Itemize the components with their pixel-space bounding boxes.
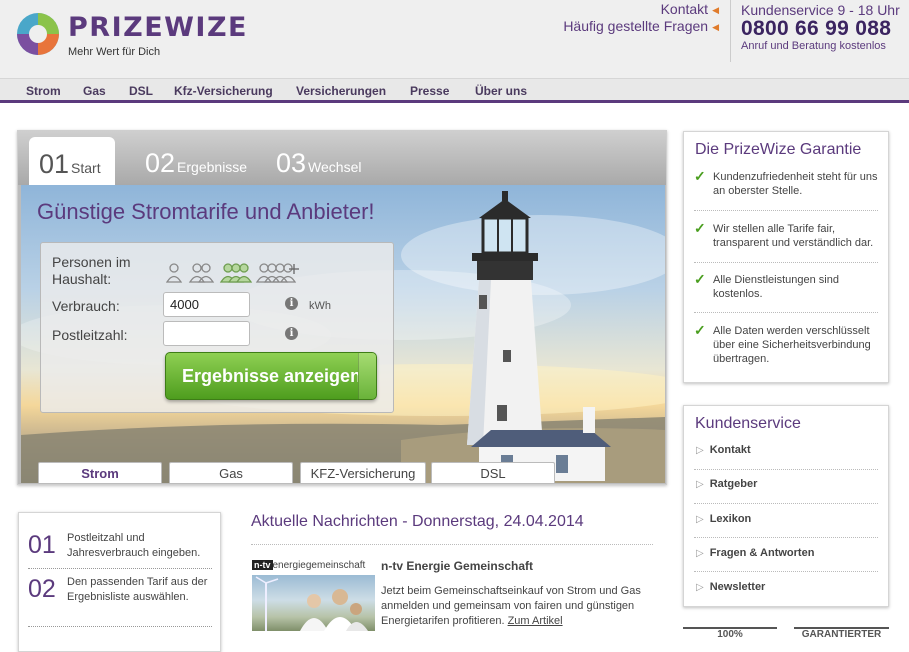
category-tab-strom[interactable]: Strom — [38, 462, 162, 483]
consumption-input[interactable] — [163, 292, 250, 317]
news-source-logo: n-tv energiegemeinschaft — [252, 560, 366, 571]
news-headline[interactable]: n-tv Energie Gemeinschaft — [381, 559, 533, 573]
person-count-selector[interactable] — [166, 262, 306, 286]
guarantee-item: ✓ Kundenzufriedenheit steht für uns an ob… — [694, 168, 878, 197]
hero-title: Günstige Stromtarife und Anbieter! — [37, 199, 375, 224]
tariff-form: Personen im Haushalt: Verbrauch: 4000 i … — [40, 242, 394, 413]
service-link-lexicon[interactable]: Lexikon — [696, 513, 752, 525]
divider — [694, 503, 878, 504]
guarantee-item: ✓ Alle Dienstleistungen sind kostenlos. — [694, 271, 839, 300]
read-article-link[interactable]: Zum Artikel — [508, 615, 563, 627]
logo-tagline: Mehr Wert für Dich — [68, 46, 161, 58]
nav-item-presse[interactable]: Presse — [410, 84, 449, 98]
faq-link[interactable]: Häufig gestellte Fragen — [563, 19, 719, 36]
zip-info-icon[interactable]: i — [285, 327, 298, 340]
divider — [251, 544, 653, 545]
persons-label: Personen im Haushalt: — [52, 254, 131, 287]
zip-label: Postleitzahl: — [52, 327, 128, 343]
divider — [694, 262, 878, 263]
step-tab-start[interactable]: 01 Start — [29, 137, 115, 185]
service-link-faq[interactable]: Fragen & Antworten — [696, 547, 815, 559]
category-tab-kfz[interactable]: KFZ-Versicherung — [300, 462, 426, 483]
step-tab-switch[interactable]: 03 Wechsel — [276, 148, 361, 179]
logo-icon — [17, 13, 59, 55]
checkmark-icon: ✓ — [694, 271, 706, 287]
nav-item-strom[interactable]: Strom — [26, 84, 61, 98]
four-plus-persons-icon[interactable] — [255, 263, 299, 283]
customer-service-title: Kundenservice — [695, 415, 801, 432]
howto-step-number: 02 — [28, 575, 56, 603]
step-tab-results[interactable]: 02 Ergebnisse — [145, 148, 247, 179]
checkmark-icon: ✓ — [694, 322, 706, 338]
main-nav: Strom Gas DSL Kfz-Versicherung Versicher… — [0, 78, 909, 103]
checkmark-icon: ✓ — [694, 220, 706, 236]
nav-item-versicherungen[interactable]: Versicherungen — [296, 84, 386, 98]
divider — [694, 312, 878, 313]
service-link-contact[interactable]: Kontakt — [696, 444, 751, 456]
three-persons-icon[interactable] — [219, 263, 253, 283]
divider — [28, 568, 212, 569]
guarantee-item: ✓ Wir stellen alle Tarife fair, transpare… — [694, 220, 874, 249]
divider — [694, 571, 878, 572]
service-link-newsletter[interactable]: Newsletter — [696, 581, 766, 593]
divider — [28, 626, 212, 627]
phone-number[interactable]: 0800 66 99 088 — [741, 18, 909, 40]
category-tab-gas[interactable]: Gas — [169, 462, 293, 483]
category-tab-dsl[interactable]: DSL — [431, 462, 555, 483]
news-photo — [255, 576, 368, 631]
divider — [694, 210, 878, 211]
service-info: Kundenservice 9 - 18 Uhr 0800 66 99 088 … — [730, 0, 909, 62]
howto-step-number: 01 — [28, 531, 56, 559]
divider — [694, 537, 878, 538]
one-person-icon[interactable] — [166, 263, 183, 283]
news-image[interactable] — [252, 575, 375, 631]
logo-name: PRIZEWIZE — [68, 12, 248, 43]
contact-link[interactable]: Kontakt — [563, 2, 719, 19]
calculator-panel: 01 Start 02 Ergebnisse 03 Wechsel Günsti… — [17, 130, 667, 485]
howto-step-text: Den passenden Tarif aus der Ergebnislist… — [67, 576, 208, 603]
howto-step-text: Postleitzahl und Jahresverbrauch eingebe… — [67, 532, 201, 559]
consumption-unit: kWh — [309, 300, 331, 312]
nav-item-gas[interactable]: Gas — [83, 84, 106, 98]
chevron-right-icon — [358, 353, 376, 399]
checkmark-icon: ✓ — [694, 168, 706, 184]
phone-note: Anruf und Beratung kostenlos — [741, 40, 886, 52]
top-links: Kontakt Häufig gestellte Fragen — [563, 2, 719, 36]
consumption-info-icon[interactable]: i — [285, 297, 298, 310]
news-text: Jetzt beim Gemeinschaftseinkauf von Stro… — [381, 585, 641, 627]
nav-item-kfz[interactable]: Kfz-Versicherung — [174, 84, 273, 98]
divider — [694, 469, 878, 470]
service-hours: Kundenservice 9 - 18 Uhr — [741, 2, 900, 18]
consumption-label: Verbrauch: — [52, 298, 120, 314]
service-link-guide[interactable]: Ratgeber — [696, 478, 758, 490]
customer-service-box: Kundenservice Kontakt Ratgeber Lexikon F… — [683, 405, 889, 607]
guarantee-box: Die PrizeWize Garantie ✓ Kundenzufriedenh… — [683, 131, 889, 383]
guarantee-title: Die PrizeWize Garantie — [695, 141, 862, 158]
header: PRIZEWIZE Mehr Wert für Dich Kontakt Häu… — [0, 0, 909, 78]
step-tabs: 01 Start 02 Ergebnisse 03 Wechsel — [18, 131, 666, 185]
guarantee-item: ✓ Alle Daten werden verschlüsselt über ei… — [694, 322, 871, 365]
news-section-title: Aktuelle Nachrichten - Donnerstag, 24.04… — [251, 513, 584, 530]
show-results-label: Ergebnisse anzeigen — [182, 366, 362, 386]
zip-input[interactable] — [163, 321, 250, 346]
show-results-button[interactable]: Ergebnisse anzeigen — [165, 352, 377, 400]
hero-banner: Günstige Stromtarife und Anbieter! Perso… — [21, 185, 665, 483]
howto-box: 01 Postleitzahl und Jahresverbrauch eing… — [18, 512, 221, 652]
two-persons-icon[interactable] — [188, 263, 215, 283]
nav-item-ueber-uns[interactable]: Über uns — [475, 84, 527, 98]
nav-item-dsl[interactable]: DSL — [129, 84, 153, 98]
